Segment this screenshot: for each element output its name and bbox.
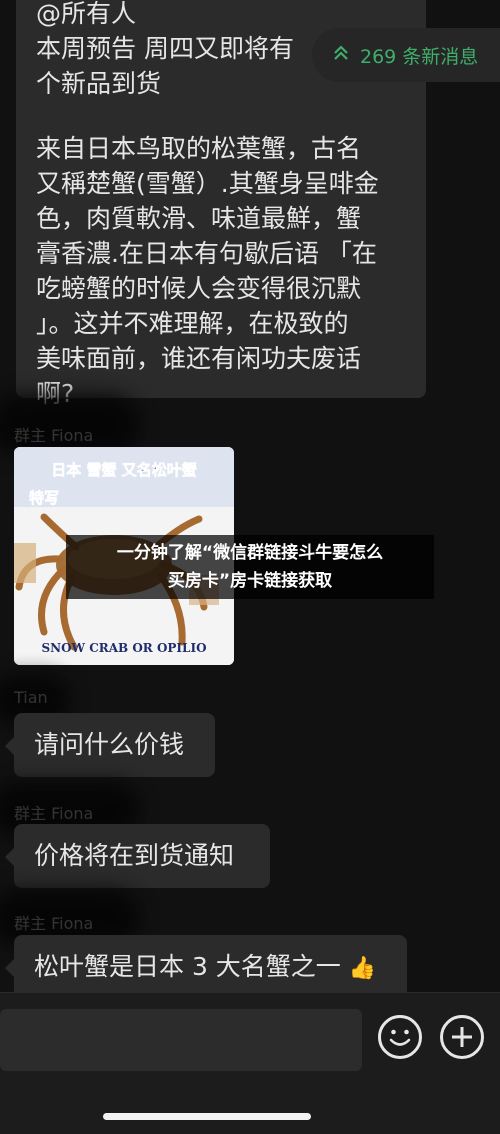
message-bubble-price-notice[interactable]: 价格将在到货通知 bbox=[5, 824, 270, 888]
message-bubble-crab-fame[interactable]: 松叶蟹是日本 3 大名蟹之一 👍 bbox=[5, 935, 407, 999]
announcement-line: 色，肉質軟滑、味道最鮮，蟹 bbox=[36, 204, 362, 233]
overlay-caption: 一分钟了解“微信群链接斗牛要怎么 买房卡”房卡链接获取 bbox=[66, 535, 434, 599]
announcement-line: @所有人 bbox=[36, 0, 137, 28]
announcement-line: 美味面前，谁还有闲功夫废话 bbox=[36, 344, 362, 373]
overlay-caption-line2: 买房卡”房卡链接获取 bbox=[167, 571, 333, 591]
sender-name: 群主 Fiona bbox=[14, 804, 94, 823]
announcement-line: 又稱楚蟹(雪蟹）.其蟹身呈啡金 bbox=[36, 169, 379, 198]
double-chevron-up-icon bbox=[332, 44, 350, 67]
smiley-icon[interactable] bbox=[378, 1015, 422, 1059]
announcement-line: 膏香濃.在日本有句歇后语 「在 bbox=[36, 239, 377, 268]
sender-name: 群主 Fiona bbox=[14, 426, 94, 445]
new-messages-button[interactable]: 269 条新消息 bbox=[312, 28, 500, 82]
sender-name: 群主 Fiona bbox=[14, 914, 94, 933]
plus-icon[interactable] bbox=[440, 1015, 484, 1059]
thumbs-up-emoji: 👍 bbox=[348, 956, 377, 981]
announcement-line: 吃螃蟹的时候人会变得很沉默 bbox=[36, 274, 362, 303]
message-bubble-ask-price[interactable]: 请问什么价钱 bbox=[5, 713, 215, 777]
image-caption-bottom: SNOW CRAB OR OPILIO bbox=[41, 641, 206, 655]
announcement-line: 来自日本鸟取的松葉蟹，古名 bbox=[36, 134, 362, 163]
message-text: 松叶蟹是日本 3 大名蟹之一 bbox=[34, 952, 341, 981]
message-input[interactable] bbox=[0, 1009, 362, 1071]
message-text: 价格将在到货通知 bbox=[34, 841, 235, 870]
image-caption-sub: 特写 bbox=[29, 489, 59, 507]
chat-input-bar bbox=[0, 992, 500, 1134]
new-messages-label: 269 条新消息 bbox=[360, 45, 479, 68]
sender-name: Tian bbox=[14, 688, 48, 707]
announcement-line bbox=[36, 101, 406, 131]
overlay-caption-line1: 一分钟了解“微信群链接斗牛要怎么 bbox=[116, 543, 384, 563]
home-indicator[interactable] bbox=[103, 1113, 311, 1120]
message-text: 请问什么价钱 bbox=[34, 730, 185, 759]
announcement-line: 」。这并不难理解，在极致的 bbox=[36, 309, 349, 338]
image-caption-top: 日本 雪蟹 又名松叶蟹 bbox=[51, 461, 196, 479]
